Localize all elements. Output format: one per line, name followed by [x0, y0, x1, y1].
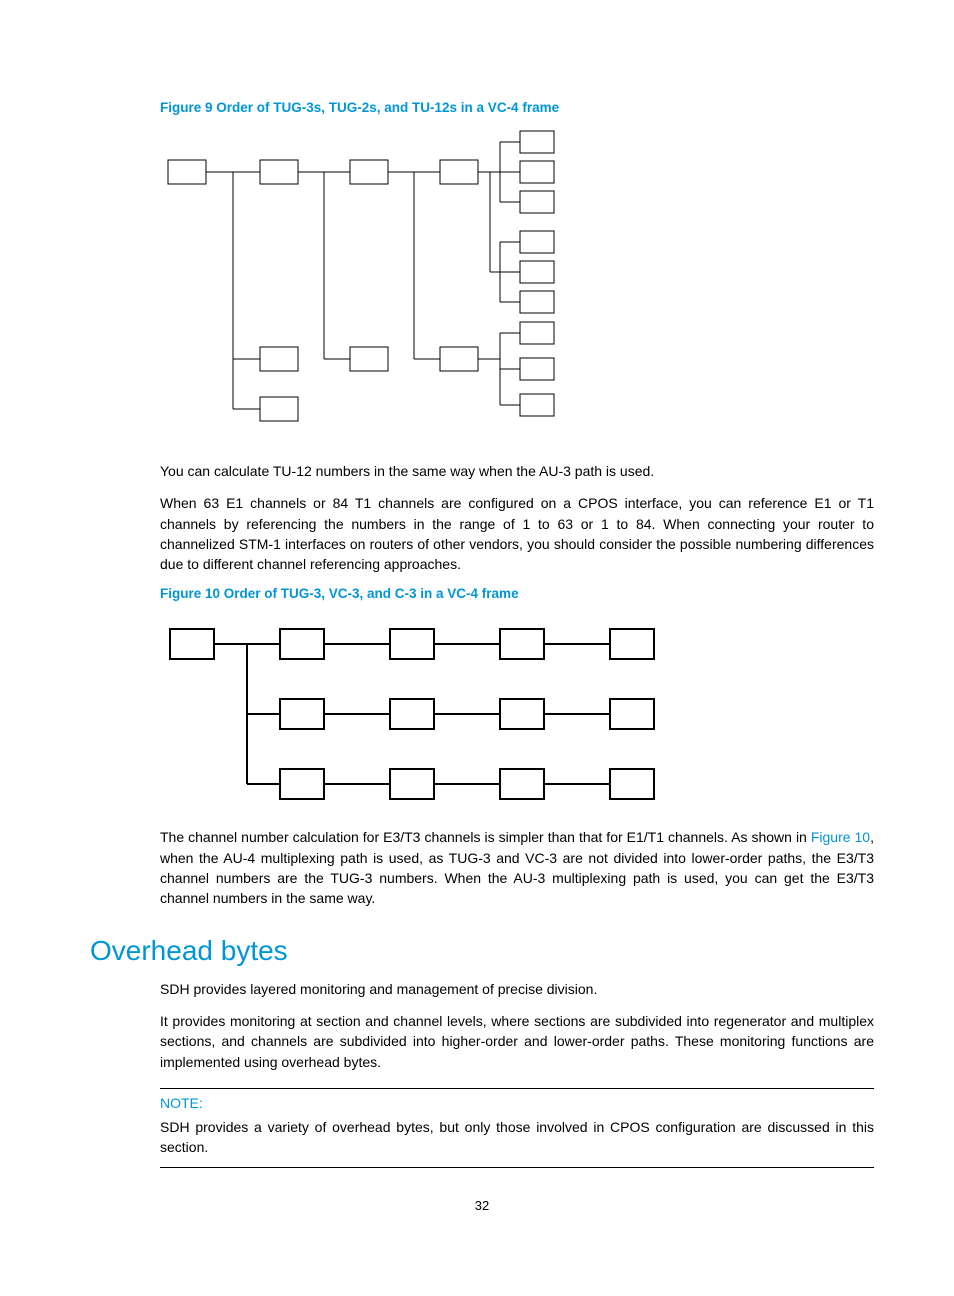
note-content: SDH provides a variety of overhead bytes…: [160, 1117, 874, 1158]
paragraph-4: SDH provides layered monitoring and mana…: [160, 979, 874, 999]
page-number: 32: [90, 1198, 874, 1213]
figure-10-diagram: [160, 615, 874, 815]
figure-10-ref[interactable]: Figure 10: [811, 829, 870, 845]
paragraph-2: When 63 E1 channels or 84 T1 channels ar…: [160, 493, 874, 574]
paragraph-1: You can calculate TU-12 numbers in the s…: [160, 461, 874, 481]
figure-9-diagram: [160, 129, 874, 449]
paragraph-3: The channel number calculation for E3/T3…: [160, 827, 874, 908]
figure-9-title: Figure 9 Order of TUG-3s, TUG-2s, and TU…: [160, 100, 874, 115]
note-box: NOTE: SDH provides a variety of overhead…: [160, 1088, 874, 1169]
section-heading-overhead-bytes: Overhead bytes: [90, 935, 874, 967]
figure-10-title: Figure 10 Order of TUG-3, VC-3, and C-3 …: [160, 586, 874, 601]
paragraph-5: It provides monitoring at section and ch…: [160, 1011, 874, 1072]
note-label: NOTE:: [160, 1095, 874, 1111]
